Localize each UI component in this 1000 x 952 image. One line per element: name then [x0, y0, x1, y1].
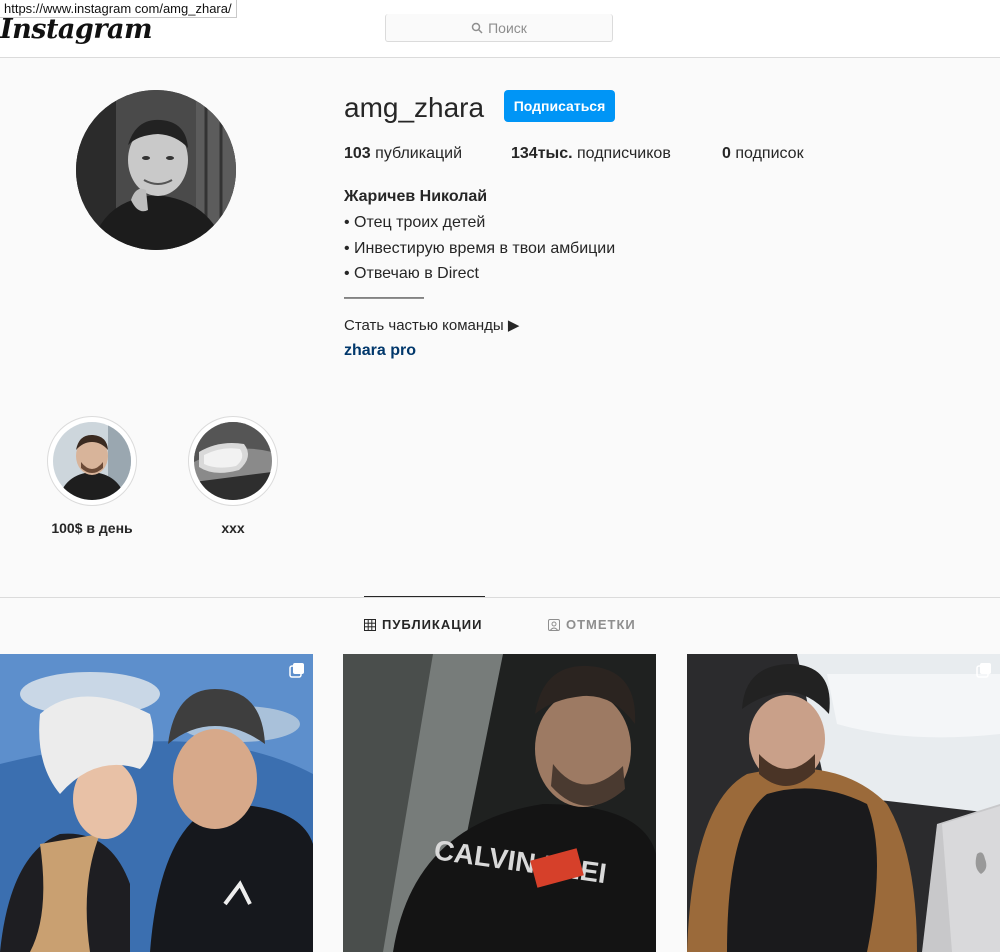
followers-count[interactable]: 134тыс. подписчиков: [511, 145, 671, 163]
search-icon: [471, 22, 483, 34]
story-highlight[interactable]: 100$ в день: [46, 416, 138, 536]
post-thumbnail[interactable]: CALVIN KLEI: [343, 654, 656, 952]
posts-count-label: публикаций: [370, 145, 462, 162]
bio-line: • Инвестирую время в твои амбиции: [344, 240, 616, 257]
posts-count[interactable]: 103 публикаций: [344, 145, 462, 163]
followers-count-label: подписчиков: [572, 145, 671, 162]
followers-count-value: 134тыс.: [511, 145, 573, 162]
url-tooltip: https://www.instagram com/amg_zhara/: [0, 0, 237, 18]
search-input[interactable]: Поиск: [385, 14, 613, 42]
post-image: [0, 654, 313, 952]
highlight-ring: [188, 416, 278, 506]
highlight-ring: [47, 416, 137, 506]
bio-line: • Отвечаю в Direct: [344, 265, 479, 282]
carousel-icon: [976, 663, 991, 678]
tagged-user-icon: [548, 618, 560, 631]
highlight-label: 100$ в день: [51, 520, 133, 536]
post-thumbnail[interactable]: [0, 654, 313, 952]
highlight-label: ххх: [221, 520, 245, 536]
following-count-label: подписок: [730, 145, 804, 162]
avatar-photo: [76, 90, 236, 250]
post-image: [687, 654, 1000, 952]
highlight-cover: [194, 422, 272, 500]
following-count[interactable]: 0 подписок: [722, 145, 804, 163]
post-image: CALVIN KLEI: [343, 654, 656, 952]
profile-username: amg_zhara: [344, 92, 485, 123]
bio-website-link[interactable]: zhara pro: [344, 342, 416, 360]
posts-count-value: 103: [344, 145, 371, 162]
tab-tagged[interactable]: ОТМЕТКИ: [548, 617, 636, 632]
instagram-logo[interactable]: Instagram: [0, 14, 153, 45]
bio-full-name: Жаричев Николай: [344, 188, 488, 205]
carousel-icon: [289, 663, 304, 678]
search-placeholder: Поиск: [488, 19, 527, 36]
grid-icon: [364, 618, 376, 631]
active-tab-indicator: [364, 596, 485, 597]
bio-line: Стать частью команды ▶: [344, 317, 520, 334]
following-count-value: 0: [722, 145, 731, 162]
profile-avatar[interactable]: [76, 90, 236, 250]
bio-divider: —————: [344, 289, 424, 306]
tab-posts[interactable]: ПУБЛИКАЦИИ: [364, 617, 482, 632]
tab-posts-label: ПУБЛИКАЦИИ: [382, 617, 483, 632]
highlight-cover: [53, 422, 131, 500]
follow-button[interactable]: Подписаться: [504, 90, 615, 122]
post-thumbnail[interactable]: [687, 654, 1000, 952]
story-highlight[interactable]: ххх: [187, 416, 279, 536]
bio-line: • Отец троих детей: [344, 214, 486, 231]
tab-tagged-label: ОТМЕТКИ: [566, 617, 636, 632]
tabs-divider: [0, 597, 1000, 598]
